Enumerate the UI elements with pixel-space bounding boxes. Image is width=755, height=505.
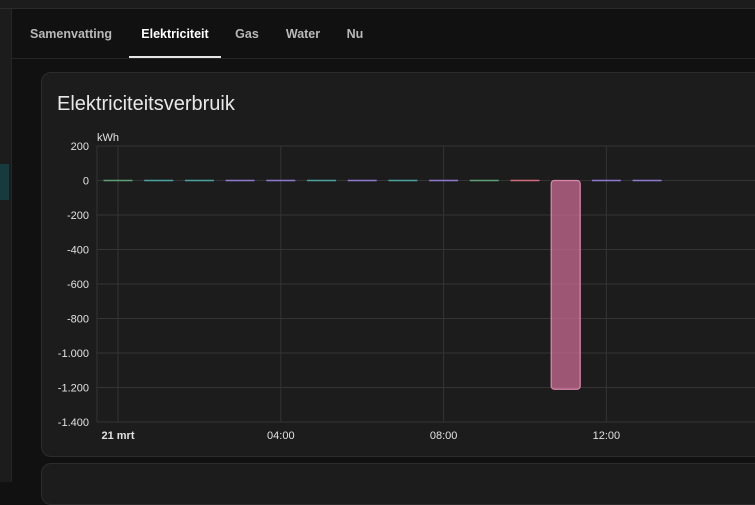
y-tick-label: -600 (67, 279, 89, 291)
y-tick-label: -1.000 (58, 348, 89, 360)
y-axis-unit: kWh (97, 132, 119, 144)
y-tick-label: -1.200 (58, 383, 89, 395)
y-tick-label: -800 (67, 314, 89, 326)
x-tick-label: 12:00 (593, 430, 621, 442)
y-tick-label: -400 (67, 245, 89, 257)
y-tick-label: 200 (71, 141, 89, 153)
usage-chart: 200 0 -200 -400 -600 -800 -1.000 -1.200 -1.400 21… (58, 132, 755, 442)
x-tick-label: 21 mrt (101, 430, 134, 442)
x-tick-label: 04:00 (267, 430, 295, 442)
y-tick-label: -200 (67, 210, 89, 222)
y-tick-label: 0 (83, 176, 89, 188)
bar (550, 179, 581, 390)
y-tick-label: -1.400 (58, 417, 89, 429)
x-tick-label: 08:00 (430, 430, 458, 442)
